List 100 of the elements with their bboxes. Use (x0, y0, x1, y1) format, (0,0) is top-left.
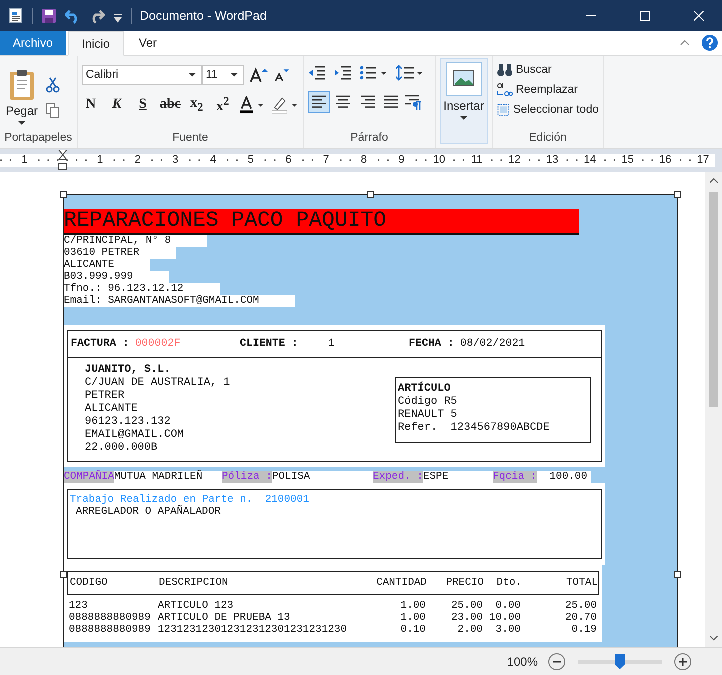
resize-handle[interactable] (367, 191, 374, 198)
indent-marker-icon[interactable] (58, 150, 68, 172)
policy-label: Fqcia : (493, 471, 538, 483)
table-cell-text: 25.00 (450, 600, 483, 612)
align-left-button[interactable] (308, 91, 330, 113)
vertical-scrollbar[interactable] (705, 172, 722, 647)
caret-icon (460, 116, 468, 120)
policy-value: 100.00 (548, 471, 588, 483)
slider-thumb[interactable] (615, 654, 625, 670)
table-cell-text: 0888888880989 (69, 612, 152, 624)
caret-icon (18, 121, 26, 125)
edit-command-button[interactable]: Seleccionar todo (497, 102, 599, 118)
table-cell-text: 3.00 (494, 624, 521, 636)
client-detail: EMAIL@GMAIL.COM (85, 429, 186, 442)
zoom-in-icon[interactable] (674, 652, 692, 670)
paragraph-icon[interactable] (404, 94, 422, 110)
format-button[interactable]: N (82, 97, 100, 114)
format-button[interactable]: x$^{2}$ (214, 95, 232, 116)
group-label: Fuente (172, 132, 210, 146)
ribbon-tab[interactable]: Inicio (68, 31, 124, 56)
client-detail: PETRER (85, 390, 126, 403)
table-cell-text: ARTICULO 123 (158, 600, 235, 612)
close-icon (694, 10, 704, 20)
table-cell-text: 10.00 (488, 612, 521, 624)
binoculars-icon (497, 62, 513, 78)
scissors-icon[interactable] (46, 76, 60, 92)
grow-font-icon[interactable] (250, 67, 268, 83)
article-detail: Código R5 (398, 396, 458, 408)
line-spacing-icon[interactable] (396, 65, 424, 81)
field-label: FACTURA : (71, 338, 130, 350)
scrollbar-thumb[interactable] (709, 192, 718, 407)
company-detail: B03.999.999 (64, 271, 170, 283)
ribbon-tab[interactable]: Ver (126, 31, 170, 55)
resize-handle[interactable] (60, 191, 67, 198)
insert-button[interactable]: Insertar (440, 58, 488, 144)
article-detail: RENAULT 5 (398, 408, 458, 422)
picture-icon (446, 62, 482, 96)
column-header: CANTIDAD (376, 577, 427, 589)
caret-icon (231, 73, 238, 77)
shrink-font-icon[interactable] (274, 67, 290, 83)
format-button[interactable]: K (108, 97, 126, 114)
edit-command-button[interactable]: Reemplazar (497, 82, 599, 98)
table-cell-text: 1.00 (400, 612, 426, 624)
font-family-dropdown[interactable]: Calibri (82, 65, 202, 85)
font-size-dropdown[interactable]: 11 (202, 65, 244, 85)
policy-value: MUTUA MADRILEÑ (114, 471, 203, 483)
font-color-icon[interactable] (240, 96, 264, 114)
format-button[interactable]: abc (160, 97, 180, 114)
format-button[interactable]: x$_{2}$ (188, 96, 206, 114)
paste-button[interactable]: Pegar (4, 66, 40, 125)
field-value: 1 (328, 338, 335, 350)
highlighter-icon[interactable] (272, 96, 299, 114)
clipboard-icon (8, 69, 36, 101)
scroll-down-icon[interactable] (710, 636, 718, 641)
align-center-icon (335, 95, 351, 109)
save-icon[interactable] (41, 8, 57, 24)
table-cell-text: 0.00 (494, 600, 521, 612)
resize-handle[interactable] (674, 571, 681, 578)
policy-label: Póliza : (222, 471, 272, 483)
client-detail: 22.000.000B (85, 442, 159, 455)
edit-command-button[interactable]: Buscar (497, 62, 599, 78)
table-cell-text: 1.00 (400, 600, 426, 612)
caret-icon (189, 73, 196, 77)
window-title: Documento - WordPad (140, 8, 267, 22)
table-cell-text: 0888888880989 (69, 624, 152, 636)
collapse-ribbon-icon[interactable] (680, 40, 690, 46)
embedded-object[interactable] (63, 194, 678, 647)
app-icon (8, 8, 24, 24)
resize-handle[interactable] (60, 571, 67, 578)
resize-handle[interactable] (674, 191, 681, 198)
table-cell-text: 123 (69, 600, 89, 612)
table-cell-text: 0.10 (400, 624, 426, 636)
format-button[interactable]: S (134, 97, 152, 114)
company-detail: C/PRINCIPAL, N° 8 (64, 235, 208, 247)
decrease-indent-icon[interactable] (308, 65, 326, 81)
table-cell-text: 25.00 (564, 600, 597, 612)
client-detail: C/JUAN DE AUSTRALIA, 1 (85, 377, 232, 390)
column-header: TOTAL (565, 577, 598, 589)
group-label: Párrafo (350, 132, 390, 146)
help-icon[interactable] (702, 35, 718, 51)
increase-indent-icon[interactable] (334, 65, 352, 81)
file-menu-tab[interactable]: Archivo (0, 31, 66, 55)
table-cell-text: 0.19 (570, 624, 597, 636)
table-cell-text: 23.00 (450, 612, 483, 624)
company-detail: Email: SARGANTANASOFT@GMAIL.COM (64, 295, 296, 307)
copy-icon[interactable] (46, 102, 60, 118)
column-header: PRECIO (445, 577, 484, 589)
company-detail: Tfno.: 96.123.12.12 (64, 283, 220, 295)
scroll-up-icon[interactable] (710, 178, 718, 183)
field-label: FECHA : (409, 338, 454, 350)
align-left-icon (311, 95, 327, 109)
client-detail: 96123.123.132 (85, 416, 172, 429)
work-heading: Trabajo Realizado en Parte n. 2100001 (70, 494, 310, 506)
bullet-list-icon[interactable] (360, 65, 388, 81)
column-header: DESCRIPCION (159, 577, 230, 589)
align-right-icon (359, 95, 375, 109)
policy-label: COMPAÑIA (64, 471, 114, 483)
zoom-out-icon[interactable] (548, 652, 566, 670)
field-value: 000002F (135, 338, 181, 350)
group-label: Portapapeles (4, 132, 73, 146)
